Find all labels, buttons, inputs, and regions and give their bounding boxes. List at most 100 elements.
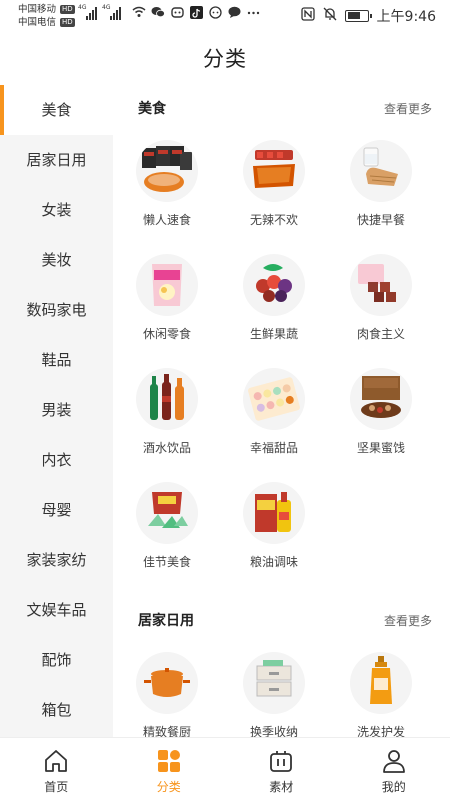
subcategory-item[interactable]: 休闲零食 — [114, 245, 220, 359]
subcategory-label: 洗发护发 — [356, 725, 405, 737]
carrier-info: 中国移动 HD 中国电信 HD — [18, 3, 75, 29]
status-bar: 中国移动 HD 中国电信 HD 4G 4G 上午9:46 — [0, 0, 450, 34]
subcategory-item[interactable]: 懒人速食 — [114, 131, 220, 245]
subcategory-grid: 精致餐厨 换季收纳 洗发护发 — [113, 643, 450, 737]
subcategory-label: 坚果蜜饯 — [356, 441, 405, 455]
home-icon — [42, 747, 70, 775]
bottom-nav: 首页 分类 素材 我的 — [0, 737, 450, 800]
sidebar-item-home-textile[interactable]: 家装家纺 — [0, 535, 113, 585]
subcategory-grid: 懒人速食 无辣不欢 快捷早餐 休闲零食 生鲜果蔬 肉食主义 酒水饮品 幸福甜品 … — [113, 131, 450, 587]
subcategory-item[interactable]: 酒水饮品 — [114, 359, 220, 473]
signal-icon: 4G — [102, 4, 121, 20]
subcategory-item[interactable]: 无辣不欢 — [221, 131, 327, 245]
bread-image — [350, 140, 412, 202]
drinks-image — [136, 368, 198, 430]
section-title: 居家日用 — [138, 613, 194, 629]
see-more-link[interactable]: 查看更多 — [384, 612, 432, 629]
section-header: 美食 查看更多 — [113, 85, 450, 131]
sidebar-item-baby[interactable]: 母婴 — [0, 485, 113, 535]
wechat-icon — [151, 6, 165, 20]
see-more-link[interactable]: 查看更多 — [384, 100, 432, 117]
battery-icon — [344, 10, 372, 22]
subcategory-item[interactable]: 坚果蜜饯 — [328, 359, 434, 473]
mute-icon — [323, 7, 337, 25]
hd-badge: HD — [60, 5, 75, 14]
message-icon — [208, 6, 222, 20]
meat-image — [350, 254, 412, 316]
subcategory-item[interactable]: 精致餐厨 — [114, 643, 220, 737]
subcategory-label: 换季收纳 — [249, 725, 298, 737]
subcategory-label: 休闲零食 — [142, 327, 191, 341]
category-icon — [155, 747, 183, 775]
subcategory-label: 肉食主义 — [356, 327, 405, 341]
section-food: 美食 查看更多 懒人速食 无辣不欢 快捷早餐 休闲零食 生鲜果蔬 肉食主义 酒水… — [113, 85, 450, 587]
section-header: 居家日用 查看更多 — [113, 597, 450, 643]
nav-label: 首页 — [44, 780, 69, 794]
snack-bag-image — [136, 254, 198, 316]
sidebar-item-mens-wear[interactable]: 男装 — [0, 385, 113, 435]
sidebar-item-womens-wear[interactable]: 女装 — [0, 185, 113, 235]
nuts-box-image — [350, 368, 412, 430]
sidebar-item-accessories[interactable]: 配饰 — [0, 635, 113, 685]
shampoo-image — [350, 652, 412, 714]
subcategory-item[interactable]: 生鲜果蔬 — [221, 245, 327, 359]
carrier-1: 中国移动 — [18, 4, 57, 15]
sidebar-item-makeup[interactable]: 美妆 — [0, 235, 113, 285]
spicy-food-image — [243, 140, 305, 202]
chat-icon — [227, 6, 241, 20]
notification-icons — [132, 6, 260, 20]
subcategory-item[interactable]: 洗发护发 — [328, 643, 434, 737]
grain-oil-image — [243, 482, 305, 544]
nav-material[interactable]: 素材 — [225, 738, 338, 800]
nfc-icon — [300, 7, 315, 25]
nav-label: 分类 — [156, 780, 181, 794]
more-dots-icon — [246, 6, 260, 20]
tiktok-icon — [189, 6, 203, 20]
subcategory-label: 粮油调味 — [249, 555, 298, 569]
sidebar-item-household[interactable]: 居家日用 — [0, 135, 113, 185]
category-content: 美食 查看更多 懒人速食 无辣不欢 快捷早餐 休闲零食 生鲜果蔬 肉食主义 酒水… — [113, 85, 450, 737]
festival-food-image — [136, 482, 198, 544]
nav-label: 我的 — [381, 780, 406, 794]
subcategory-label: 幸福甜品 — [249, 441, 298, 455]
subcategory-label: 懒人速食 — [142, 213, 191, 227]
nav-profile[interactable]: 我的 — [338, 738, 450, 800]
subcategory-label: 无辣不欢 — [249, 213, 298, 227]
page-header: 分类 — [0, 34, 450, 84]
subcategory-item[interactable]: 肉食主义 — [328, 245, 434, 359]
nav-home[interactable]: 首页 — [0, 738, 113, 800]
status-right: 上午9:46 — [300, 6, 436, 26]
subcategory-label: 精致餐厨 — [142, 725, 191, 737]
wifi-icon — [132, 6, 146, 20]
signal-icon: 4G — [78, 4, 97, 20]
subcategory-item[interactable]: 佳节美食 — [114, 473, 220, 587]
section-title: 美食 — [138, 101, 166, 117]
nav-label: 素材 — [269, 780, 294, 794]
subcategory-label: 酒水饮品 — [142, 441, 191, 455]
subcategory-label: 快捷早餐 — [356, 213, 405, 227]
nav-category[interactable]: 分类 — [113, 738, 226, 800]
subcategory-item[interactable]: 快捷早餐 — [328, 131, 434, 245]
subcategory-label: 佳节美食 — [142, 555, 191, 569]
sidebar-item-food[interactable]: 美食 — [0, 85, 113, 135]
carrier-2: 中国电信 — [18, 17, 57, 28]
sidebar-item-bags[interactable]: 箱包 — [0, 685, 113, 735]
berries-image — [243, 254, 305, 316]
subcategory-item[interactable]: 粮油调味 — [221, 473, 327, 587]
cookware-image — [136, 652, 198, 714]
sidebar-item-entertainment-car[interactable]: 文娱车品 — [0, 585, 113, 635]
section-household: 居家日用 查看更多 精致餐厨 换季收纳 洗发护发 — [113, 597, 450, 737]
signal-group: 4G 4G — [78, 4, 121, 20]
profile-icon — [380, 747, 408, 775]
storage-box-image — [243, 652, 305, 714]
macaron-image — [243, 368, 305, 430]
subcategory-item[interactable]: 换季收纳 — [221, 643, 327, 737]
hd-badge: HD — [60, 18, 75, 27]
subcategory-label: 生鲜果蔬 — [249, 327, 298, 341]
sidebar-item-electronics[interactable]: 数码家电 — [0, 285, 113, 335]
sidebar-item-underwear[interactable]: 内衣 — [0, 435, 113, 485]
page-title: 分类 — [203, 47, 247, 71]
sidebar-item-shoes[interactable]: 鞋品 — [0, 335, 113, 385]
noodles-image — [136, 140, 198, 202]
subcategory-item[interactable]: 幸福甜品 — [221, 359, 327, 473]
